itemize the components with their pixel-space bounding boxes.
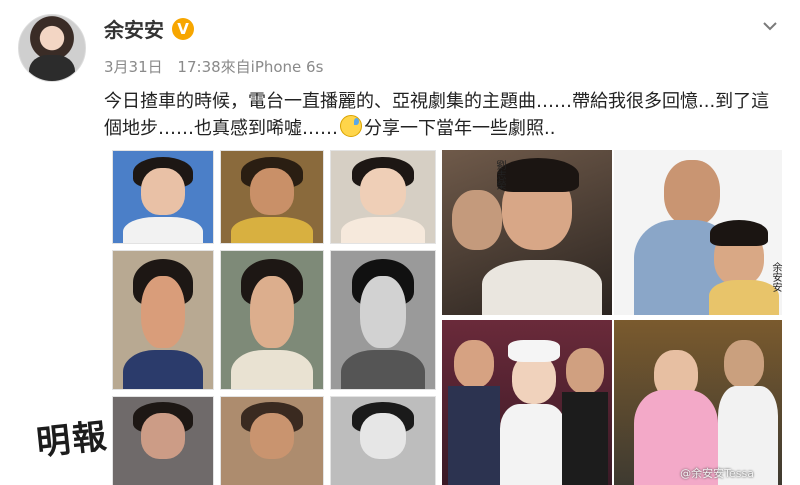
photo-collage-right[interactable]: 劉志榮 余安安 @余安安Tessa	[442, 150, 782, 485]
collage-photo[interactable]	[220, 396, 324, 485]
collage-photo[interactable]	[112, 150, 214, 244]
collage-photo[interactable]	[112, 396, 214, 485]
collage-photo[interactable]	[220, 250, 324, 390]
photo-collage-left[interactable]	[112, 150, 436, 485]
verified-badge-icon: V	[172, 17, 194, 40]
source-mark: @余安安Tessa	[680, 467, 754, 480]
collage-photo[interactable]	[614, 320, 782, 485]
collage-photo[interactable]	[220, 150, 324, 244]
collage-photo[interactable]	[112, 250, 214, 390]
collage-photo[interactable]	[442, 150, 612, 315]
post-meta: 3月31日 17:38來自iPhone 6s	[104, 56, 333, 77]
sweat-emoji-icon	[340, 115, 362, 137]
post-text: 今日揸車的時候，電台一直播麗的、亞視劇集的主題曲……帶給我很多回憶...到了這個…	[104, 88, 774, 142]
collage-photo[interactable]	[330, 250, 436, 390]
post-text-part2: 分享一下當年一些劇照..	[364, 118, 556, 139]
collage-photo[interactable]	[330, 396, 436, 485]
photo-caption-man: 劉志榮	[494, 160, 505, 190]
weibo-post: 余安安 V 3月31日 17:38來自iPhone 6s 今日揸車的時候，電台一…	[0, 0, 800, 485]
newspaper-watermark: 明報	[34, 416, 111, 464]
photo-caption-woman: 余安安	[770, 262, 781, 292]
username[interactable]: 余安安	[104, 14, 164, 43]
collage-photo[interactable]	[330, 150, 436, 244]
avatar[interactable]	[18, 14, 86, 82]
post-date[interactable]: 3月31日	[104, 58, 163, 76]
collage-photo[interactable]	[614, 150, 782, 315]
post-time-source: 17:38來自iPhone 6s	[177, 58, 324, 76]
name-row: 余安安 V	[104, 14, 194, 43]
chevron-down-icon[interactable]	[762, 18, 778, 34]
collage-photo[interactable]	[442, 320, 612, 485]
